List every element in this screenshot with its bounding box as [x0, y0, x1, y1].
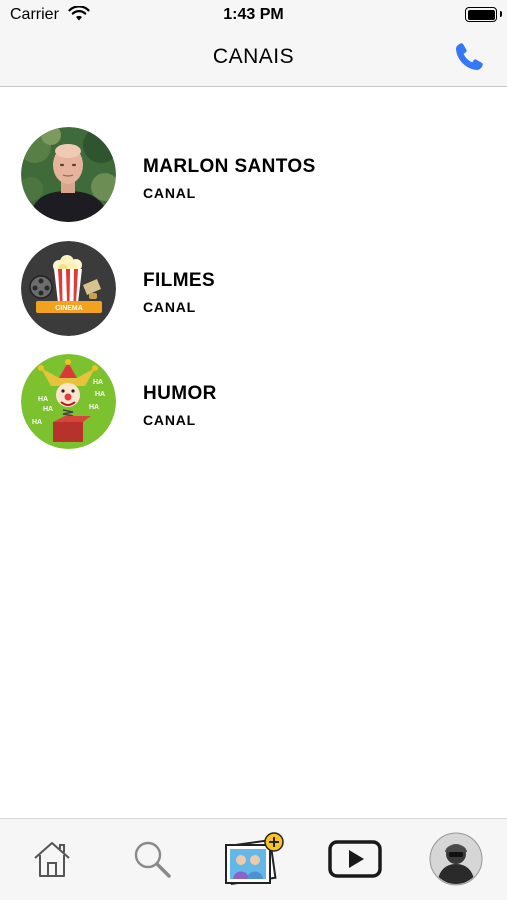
home-icon: [34, 842, 70, 877]
cinema-popcorn-icon: CINEMA: [21, 241, 116, 336]
profile-avatar-icon: [429, 832, 483, 886]
svg-text:CINEMA: CINEMA: [55, 305, 83, 312]
phone-icon[interactable]: [451, 39, 487, 75]
tab-search[interactable]: [126, 831, 178, 887]
channel-subtitle: CANAL: [143, 299, 196, 315]
person-photo: [21, 127, 116, 222]
channel-subtitle: CANAL: [143, 412, 196, 428]
channel-name: HUMOR: [143, 383, 217, 404]
navigation-bar: CANAIS: [0, 30, 507, 87]
page-title: CANAIS: [212, 45, 295, 68]
battery-icon: [465, 7, 497, 22]
svg-text:HA: HA: [38, 396, 48, 403]
svg-text:HA: HA: [89, 404, 99, 411]
tab-bar: [0, 818, 507, 900]
channel-name: FILMES: [143, 270, 216, 291]
svg-text:HA: HA: [95, 391, 105, 398]
channel-row-humor[interactable]: HA HA HA HA HA HA HUMOR CANAL: [0, 354, 507, 464]
svg-text:HA: HA: [93, 379, 103, 386]
tab-videos[interactable]: [326, 831, 384, 887]
svg-text:HA: HA: [32, 419, 42, 426]
svg-text:HA: HA: [43, 406, 53, 413]
tab-profile[interactable]: [428, 831, 484, 887]
channel-row-filmes[interactable]: CINEMA FILMES CANAL: [0, 241, 507, 351]
jester-jack-in-the-box-icon: HA HA HA HA HA HA: [21, 354, 116, 449]
add-photo-icon: [225, 832, 284, 886]
clock: 1:43 PM: [223, 6, 284, 23]
search-icon: [134, 841, 171, 878]
tab-add-photo[interactable]: [220, 831, 290, 887]
tab-home[interactable]: [26, 831, 78, 887]
status-bar: Carrier 1:43 PM: [0, 0, 507, 30]
channel-name: MARLON SANTOS: [143, 156, 316, 177]
channel-subtitle: CANAL: [143, 185, 196, 201]
channel-row-marlon-santos[interactable]: MARLON SANTOS CANAL: [0, 127, 507, 237]
play-icon: [328, 840, 382, 878]
